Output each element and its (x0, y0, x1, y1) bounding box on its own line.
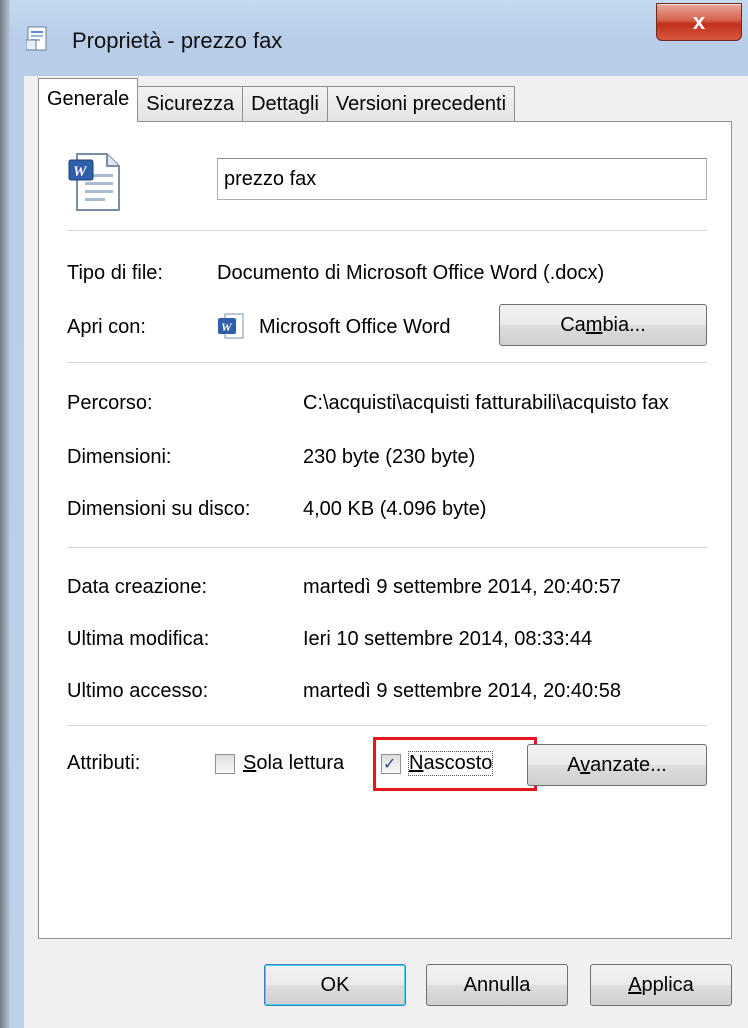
title-bar[interactable]: Proprietà - prezzo fax (12, 10, 748, 66)
path-value: C:\acquisti\acquisti fatturabili\acquist… (303, 392, 669, 414)
apply-button-label: Applica (628, 973, 694, 996)
file-type-value: Documento di Microsoft Office Word (.doc… (217, 262, 605, 284)
size-label: Dimensioni: (67, 446, 172, 468)
size-on-disk-label: Dimensioni su disco: (67, 498, 251, 520)
close-button[interactable]: x (656, 3, 742, 41)
file-type-label: Tipo di file: (67, 262, 163, 284)
change-button-label: Cambia... (560, 313, 646, 336)
separator (67, 725, 707, 726)
highlight-box (373, 737, 537, 791)
close-icon: x (692, 9, 706, 34)
window-shadow-edge (0, 0, 10, 1028)
created-value: martedì 9 settembre 2014, 20:40:57 (303, 576, 621, 598)
properties-window: Proprietà - prezzo fax x Generale Sicure… (0, 0, 748, 1028)
separator (67, 547, 707, 548)
document-properties-icon (26, 26, 47, 51)
modified-label: Ultima modifica: (67, 628, 210, 650)
word-app-icon: W (218, 313, 244, 339)
modified-value: Ieri 10 settembre 2014, 08:33:44 (303, 628, 593, 650)
word-document-icon: W (68, 153, 120, 211)
attributes-label: Attributi: (67, 752, 141, 774)
general-tab-panel: W Tipo di file: Documento di Microsoft O… (38, 121, 732, 939)
size-value: 230 byte (230 byte) (303, 446, 476, 468)
ok-button[interactable]: OK (264, 964, 406, 1006)
change-button[interactable]: Cambia... (499, 304, 707, 346)
readonly-checkbox[interactable] (215, 754, 235, 774)
svg-text:W: W (221, 320, 233, 334)
file-name-input[interactable] (217, 158, 707, 200)
separator (67, 230, 707, 231)
created-label: Data creazione: (67, 576, 208, 598)
accessed-label: Ultimo accesso: (67, 680, 209, 702)
window-title: Proprietà - prezzo fax (72, 28, 283, 53)
cancel-button-label: Annulla (463, 973, 531, 996)
tab-strip: Generale Sicurezza Dettagli Versioni pre… (38, 78, 516, 122)
accessed-value: martedì 9 settembre 2014, 20:40:58 (303, 680, 621, 702)
ok-button-label: OK (320, 973, 350, 996)
readonly-label[interactable]: Sola lettura (243, 752, 344, 775)
cancel-button[interactable]: Annulla (426, 964, 568, 1006)
advanced-button[interactable]: Avanzate... (527, 744, 707, 786)
tab-versioni-precedenti[interactable]: Versioni precedenti (326, 86, 516, 122)
path-label: Percorso: (67, 392, 153, 414)
open-with-label: Apri con: (67, 316, 146, 338)
open-with-value: Microsoft Office Word (259, 316, 451, 338)
tab-sicurezza[interactable]: Sicurezza (137, 86, 244, 122)
dialog-client-area: Generale Sicurezza Dettagli Versioni pre… (24, 76, 748, 1028)
tab-dettagli[interactable]: Dettagli (242, 86, 328, 122)
advanced-button-label: Avanzate... (567, 753, 667, 776)
apply-button[interactable]: Applica (590, 964, 732, 1006)
size-on-disk-value: 4,00 KB (4.096 byte) (303, 498, 487, 520)
tab-generale[interactable]: Generale (38, 78, 139, 122)
separator (67, 362, 707, 363)
svg-text:W: W (73, 164, 88, 180)
